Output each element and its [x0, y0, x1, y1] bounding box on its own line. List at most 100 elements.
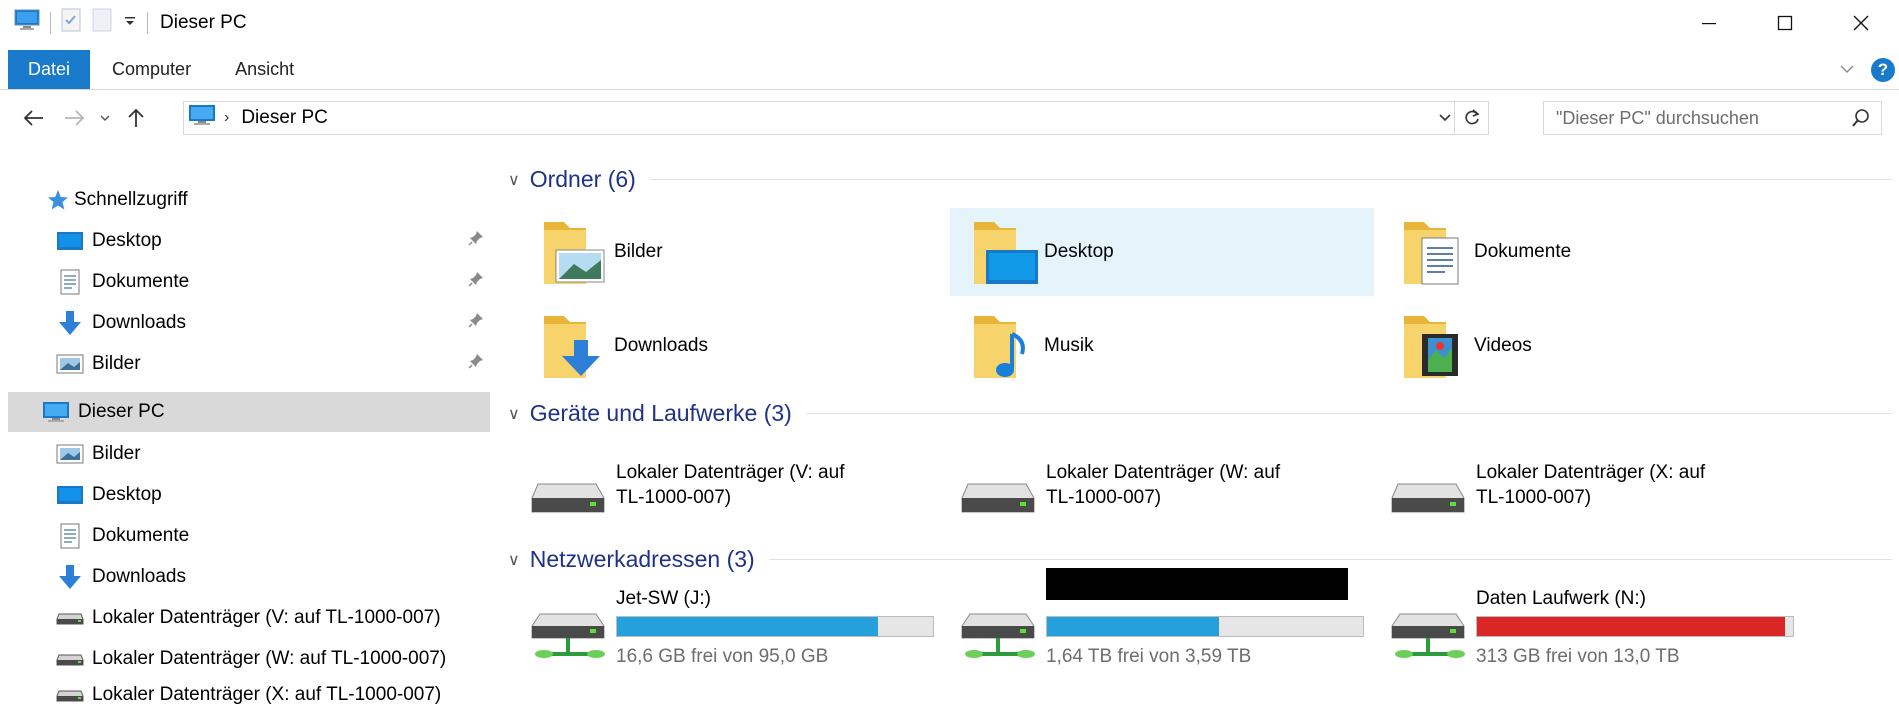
network-drive-icon	[530, 610, 610, 666]
usage-bar-fill	[1477, 617, 1786, 636]
sidebar-item-label: Downloads	[92, 566, 186, 587]
group-header-ordner[interactable]: ∨ Ordner (6)	[508, 166, 1892, 193]
sidebar-item-label: Lokaler Datenträger (V: auf TL-1000-007)	[92, 607, 441, 628]
drive-label: Lokaler Datenträger (V: auf TL-1000-007)	[616, 462, 845, 508]
network-drive-redacted[interactable]: 1,64 TB frei von 3,59 TB	[930, 568, 1364, 674]
drive-tile-w[interactable]: Lokaler Datenträger (W: auf TL-1000-007)	[930, 460, 1354, 540]
desktop-folder-icon	[966, 213, 1044, 291]
sidebar-pc-dokumente[interactable]: Dokumente	[56, 516, 476, 556]
sidebar-item-schnellzugriff[interactable]: Schnellzugriff	[44, 180, 474, 220]
network-drive-n[interactable]: Daten Laufwerk (N:) 313 GB frei von 13,0…	[1360, 588, 1794, 674]
sidebar-item-label: Downloads	[92, 312, 186, 333]
sidebar-item-dieser-pc[interactable]: Dieser PC	[8, 392, 490, 432]
folder-label: Dokumente	[1474, 241, 1572, 262]
network-drive-j[interactable]: Jet-SW (J:) 16,6 GB frei von 95,0 GB	[500, 588, 934, 674]
usage-bar-fill	[1047, 617, 1219, 636]
forward-button[interactable]	[54, 98, 94, 138]
free-space-text: 16,6 GB frei von 95,0 GB	[616, 646, 829, 667]
sidebar-item-label: Desktop	[92, 484, 162, 505]
free-space-text: 313 GB frei von 13,0 TB	[1476, 646, 1680, 667]
network-drive-label: Jet-SW (J:)	[616, 588, 711, 609]
pin-icon[interactable]	[468, 312, 484, 334]
sidebar-pc-drive-v[interactable]: Lokaler Datenträger (V: auf TL-1000-007)	[56, 598, 476, 638]
folder-label: Bilder	[614, 241, 663, 262]
group-header-geraete[interactable]: ∨ Geräte und Laufwerke (3)	[508, 400, 1892, 427]
pin-icon[interactable]	[468, 353, 484, 375]
sidebar-item-label: Dokumente	[92, 525, 190, 546]
network-drive-label: Daten Laufwerk (N:)	[1476, 588, 1647, 609]
navigation-bar: › Dieser PC	[0, 96, 1899, 140]
sidebar-item-label: Lokaler Datenträger (W: auf TL-1000-007)	[92, 648, 447, 669]
tab-ansicht[interactable]: Ansicht	[213, 50, 316, 89]
back-button[interactable]	[14, 98, 54, 138]
sidebar-pc-drive-x[interactable]: Lokaler Datenträger (X: auf TL-1000-007)	[56, 680, 476, 710]
sidebar-item-label: Bilder	[92, 353, 141, 374]
drive-label: Lokaler Datenträger (X: auf TL-1000-007)	[1476, 462, 1706, 508]
sidebar-pc-desktop[interactable]: Desktop	[56, 475, 476, 515]
network-drive-icon	[960, 610, 1040, 666]
ribbon-tabs: Datei Computer Ansicht ?	[0, 50, 1899, 90]
folder-downloads[interactable]: Downloads	[520, 302, 944, 390]
search-input[interactable]	[1544, 107, 1834, 129]
refresh-icon[interactable]	[1454, 102, 1488, 134]
new-folder-icon[interactable]	[91, 8, 113, 38]
folder-musik[interactable]: Musik	[950, 302, 1374, 390]
breadcrumb-chevron-icon[interactable]: ›	[224, 109, 229, 127]
folder-videos[interactable]: Videos	[1380, 302, 1804, 390]
folder-label: Downloads	[614, 335, 708, 356]
minimize-button[interactable]	[1671, 0, 1747, 46]
computer-icon	[14, 8, 40, 38]
search-box[interactable]	[1543, 101, 1882, 135]
videos-folder-icon	[1396, 307, 1474, 385]
folder-desktop[interactable]: Desktop	[950, 208, 1374, 296]
maximize-button[interactable]	[1747, 0, 1823, 46]
sidebar-quick-bilder[interactable]: Bilder	[56, 344, 484, 384]
pictures-icon	[56, 350, 84, 378]
help-icon[interactable]: ?	[1871, 58, 1895, 82]
address-bar[interactable]: › Dieser PC	[183, 101, 1489, 135]
collapse-chevron-icon[interactable]: ∨	[508, 404, 520, 424]
up-button[interactable]	[116, 98, 156, 138]
separator	[147, 12, 148, 34]
tab-computer[interactable]: Computer	[90, 50, 213, 89]
folder-dokumente[interactable]: Dokumente	[1380, 208, 1804, 296]
sidebar-quick-downloads[interactable]: Downloads	[56, 303, 484, 343]
pin-icon[interactable]	[468, 271, 484, 293]
sidebar-pc-bilder[interactable]: Bilder	[56, 434, 476, 474]
group-divider	[649, 179, 1892, 180]
properties-icon[interactable]	[61, 8, 81, 38]
sidebar-pc-drive-w[interactable]: Lokaler Datenträger (W: auf TL-1000-007)	[56, 639, 476, 679]
sidebar-pc-downloads[interactable]: Downloads	[56, 557, 476, 597]
folder-bilder[interactable]: Bilder	[520, 208, 944, 296]
close-button[interactable]	[1823, 0, 1899, 46]
breadcrumb-dieser-pc[interactable]: Dieser PC	[241, 107, 328, 129]
drive-tile-x[interactable]: Lokaler Datenträger (X: auf TL-1000-007)	[1360, 460, 1784, 540]
computer-icon	[42, 398, 70, 426]
sidebar-item-label: Schnellzugriff	[74, 189, 188, 210]
quick-access-toolbar	[0, 8, 148, 38]
usage-bar	[1476, 616, 1794, 637]
tab-datei[interactable]: Datei	[8, 50, 91, 89]
pin-icon[interactable]	[468, 230, 484, 252]
drive-tile-v[interactable]: Lokaler Datenträger (V: auf TL-1000-007)	[500, 460, 924, 540]
network-drive-icon	[1390, 610, 1470, 666]
sidebar-quick-desktop[interactable]: Desktop	[56, 221, 484, 261]
group-divider	[805, 413, 1892, 414]
navigation-pane: Schnellzugriff Desktop Dokumente Downloa…	[0, 176, 490, 710]
folder-label: Videos	[1474, 335, 1532, 356]
search-icon[interactable]	[1851, 108, 1871, 134]
recent-locations-button[interactable]	[94, 98, 116, 138]
desktop-icon	[56, 481, 84, 509]
sidebar-quick-dokumente[interactable]: Dokumente	[56, 262, 484, 302]
expand-ribbon-icon[interactable]	[1839, 59, 1855, 81]
collapse-chevron-icon[interactable]: ∨	[508, 550, 520, 570]
window-title: Dieser PC	[160, 12, 247, 33]
customize-toolbar-icon[interactable]	[123, 12, 137, 34]
drive-icon	[56, 645, 84, 673]
downloads-folder-icon	[536, 307, 614, 385]
collapse-chevron-icon[interactable]: ∨	[508, 170, 520, 190]
address-dropdown-icon[interactable]	[1438, 102, 1452, 134]
drive-icon	[1390, 478, 1466, 524]
drive-icon	[56, 681, 84, 709]
content-pane: ∨ Ordner (6) Bilder Desktop Dokumente Do…	[500, 160, 1899, 710]
